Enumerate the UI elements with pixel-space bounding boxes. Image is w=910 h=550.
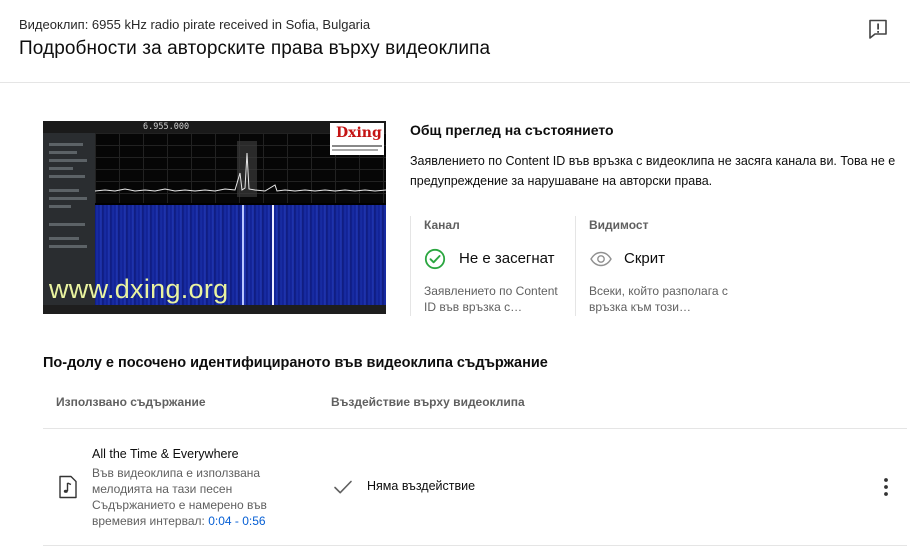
overview-description: Заявлението по Content ID във връзка с в… (410, 154, 896, 188)
channel-label: Канал (424, 218, 460, 232)
channel-value: Не е засегнат (459, 250, 555, 267)
overview-title: Общ преглед на състоянието (410, 122, 614, 138)
dxing-logo: Dxing (330, 123, 384, 155)
check-circle-icon (424, 248, 446, 270)
visibility-status-card: Видимост Скрит Всеки, който разполага с … (575, 216, 736, 316)
content-heading: По-долу е посочено идентифицираното във … (43, 355, 548, 371)
sdr-status-bar (43, 305, 386, 314)
watermark-url: www.dxing.org (49, 274, 229, 304)
video-thumbnail[interactable]: 6.955.000 Dxing www.dxing.org (43, 121, 386, 314)
column-header-used: Използвано съдържание (56, 395, 206, 409)
table-divider (43, 545, 907, 546)
dialog-header: Видеоклип: 6955 kHz radio pirate receive… (0, 0, 910, 83)
feedback-flag-icon[interactable] (867, 18, 889, 40)
more-options-icon[interactable] (876, 476, 896, 498)
video-label: Видеоклип: 6955 kHz radio pirate receive… (19, 17, 371, 32)
impact-text: Няма въздействие (367, 479, 476, 493)
visibility-sub: Всеки, който разполага с връзка към този… (589, 284, 728, 314)
frequency-readout: 6.955.000 (143, 122, 190, 132)
visibility-value: Скрит (624, 250, 665, 267)
song-title: All the Time & Everywhere (92, 447, 239, 461)
song-description: Във видеоклипа е използвана мелодията на… (92, 465, 292, 529)
page-title: Подробности за авторските права върху ви… (19, 38, 491, 59)
channel-status-card: Канал Не е засегнат Заявлението по Conte… (410, 216, 577, 316)
checkmark-icon (333, 478, 353, 496)
table-divider (43, 428, 907, 429)
music-note-icon (57, 475, 79, 499)
eye-icon (589, 248, 612, 270)
visibility-label: Видимост (589, 218, 649, 232)
logo-text: Dxing (336, 125, 382, 141)
column-header-impact: Въздействие върху видеоклипа (331, 395, 525, 409)
time-range-link[interactable]: 0:04 - 0:56 (208, 514, 265, 528)
channel-sub: Заявлението по Content ID във връзка с… (424, 284, 558, 314)
